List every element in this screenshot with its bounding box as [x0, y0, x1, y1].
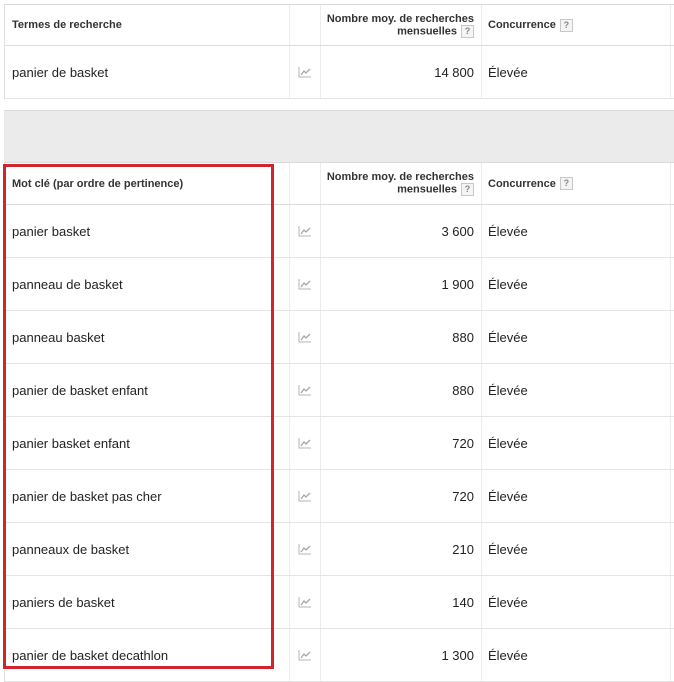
keyword-cell[interactable]: panier de basket enfant [5, 364, 295, 416]
avg-monthly-searches-cell: 14 800 [320, 46, 480, 98]
competition-cell: Élevée [481, 576, 669, 628]
avg-monthly-searches-cell: 1 300 [320, 629, 480, 681]
keyword-ideas-header-row: Mot clé (par ordre de pertinence) Nombre… [5, 163, 674, 205]
avg-searches-column-header[interactable]: Nombre moy. de recherches mensuelles? [320, 163, 480, 204]
table-row: panier basket enfant 720 Élevée [5, 417, 674, 470]
competition-cell: Élevée [481, 417, 669, 469]
competition-cell: Élevée [481, 523, 669, 575]
trend-chart-icon[interactable] [289, 258, 320, 310]
avg-monthly-searches-cell: 720 [320, 417, 480, 469]
trend-chart-icon[interactable] [289, 46, 320, 98]
table-edge [670, 523, 674, 575]
competition-cell: Élevée [481, 258, 669, 310]
table-edge [670, 417, 674, 469]
keyword-column-header[interactable]: Mot clé (par ordre de pertinence) [5, 163, 295, 204]
table-row: panier de basket enfant 880 Élevée [5, 364, 674, 417]
table-row: panier de basket decathlon 1 300 Élevée [5, 629, 674, 682]
keyword-cell[interactable]: panier basket enfant [5, 417, 295, 469]
competition-cell: Élevée [481, 364, 669, 416]
competition-cell: Élevée [481, 629, 669, 681]
search-terms-body: panier de basket 14 800 Élevée [5, 46, 674, 99]
help-question-icon[interactable]: ? [559, 177, 573, 190]
table-row: panneaux de basket 210 Élevée [5, 523, 674, 576]
keyword-cell[interactable]: panneau basket [5, 311, 295, 363]
trend-chart-icon[interactable] [289, 629, 320, 681]
search-terms-column-header: Termes de recherche [12, 19, 122, 31]
competition-cell: Élevée [481, 205, 669, 257]
table-row: panier de basket pas cher 720 Élevée [5, 470, 674, 523]
table-row: paniers de basket 140 Élevée [5, 576, 674, 629]
avg-searches-header-line1: Nombre moy. de recherches [326, 12, 474, 25]
avg-searches-header-line2: mensuelles? [397, 24, 474, 38]
keyword-ideas-body: panier basket 3 600 Élevée panneau de baske… [5, 205, 674, 682]
trend-chart-icon[interactable] [289, 205, 320, 257]
keyword-cell[interactable]: panneau de basket [5, 258, 295, 310]
keyword-cell[interactable]: paniers de basket [5, 576, 295, 628]
table-edge [670, 311, 674, 363]
trend-chart-icon[interactable] [289, 311, 320, 363]
keyword-cell[interactable]: panier de basket [5, 46, 295, 98]
keyword-cell[interactable]: panier de basket pas cher [5, 470, 295, 522]
table-edge [670, 258, 674, 310]
trend-chart-icon[interactable] [289, 364, 320, 416]
search-terms-header-row: Termes de recherche Nombre moy. de reche… [5, 5, 674, 46]
avg-monthly-searches-cell: 720 [320, 470, 480, 522]
table-row: panier de basket 14 800 Élevée [5, 46, 674, 99]
competition-cell: Élevée [481, 46, 669, 98]
table-edge [670, 163, 674, 204]
competition-column-header[interactable]: Concurrence? [481, 163, 669, 204]
competition-cell: Élevée [481, 470, 669, 522]
trend-chart-icon[interactable] [289, 470, 320, 522]
table-edge [670, 205, 674, 257]
trend-chart-icon[interactable] [289, 523, 320, 575]
trend-chart-icon[interactable] [289, 576, 320, 628]
search-terms-table: Termes de recherche Nombre moy. de reche… [4, 4, 674, 99]
avg-monthly-searches-cell: 210 [320, 523, 480, 575]
table-edge [670, 629, 674, 681]
trend-column-header [289, 163, 320, 204]
table-row: panier basket 3 600 Élevée [5, 205, 674, 258]
competition-cell: Élevée [481, 311, 669, 363]
avg-searches-header-line2: mensuelles? [397, 183, 474, 196]
keyword-cell[interactable]: panneaux de basket [5, 523, 295, 575]
avg-searches-header-line1: Nombre moy. de recherches [326, 171, 474, 183]
table-separator [4, 110, 674, 163]
help-question-icon[interactable]: ? [461, 24, 474, 38]
table-edge [670, 470, 674, 522]
table-row: panneau de basket 1 900 Élevée [5, 258, 674, 311]
table-edge [670, 364, 674, 416]
table-edge [670, 46, 674, 98]
competition-header-label: Concurrence [488, 177, 556, 190]
avg-monthly-searches-cell: 1 900 [320, 258, 480, 310]
help-question-icon[interactable]: ? [461, 183, 474, 196]
competition-header-label: Concurrence [488, 19, 556, 31]
keyword-cell[interactable]: panier basket [5, 205, 295, 257]
help-question-icon[interactable]: ? [559, 18, 573, 32]
table-row: panneau basket 880 Élevée [5, 311, 674, 364]
avg-searches-column-header[interactable]: Nombre moy. de recherches mensuelles? [320, 5, 480, 45]
avg-monthly-searches-cell: 880 [320, 311, 480, 363]
avg-monthly-searches-cell: 3 600 [320, 205, 480, 257]
trend-chart-icon[interactable] [289, 417, 320, 469]
table-edge [670, 576, 674, 628]
keyword-ideas-table: Mot clé (par ordre de pertinence) Nombre… [4, 162, 674, 682]
avg-monthly-searches-cell: 880 [320, 364, 480, 416]
competition-column-header[interactable]: Concurrence? [481, 5, 669, 45]
table-edge [670, 5, 674, 45]
trend-column-header [289, 5, 320, 45]
avg-monthly-searches-cell: 140 [320, 576, 480, 628]
keyword-cell[interactable]: panier de basket decathlon [5, 629, 295, 681]
